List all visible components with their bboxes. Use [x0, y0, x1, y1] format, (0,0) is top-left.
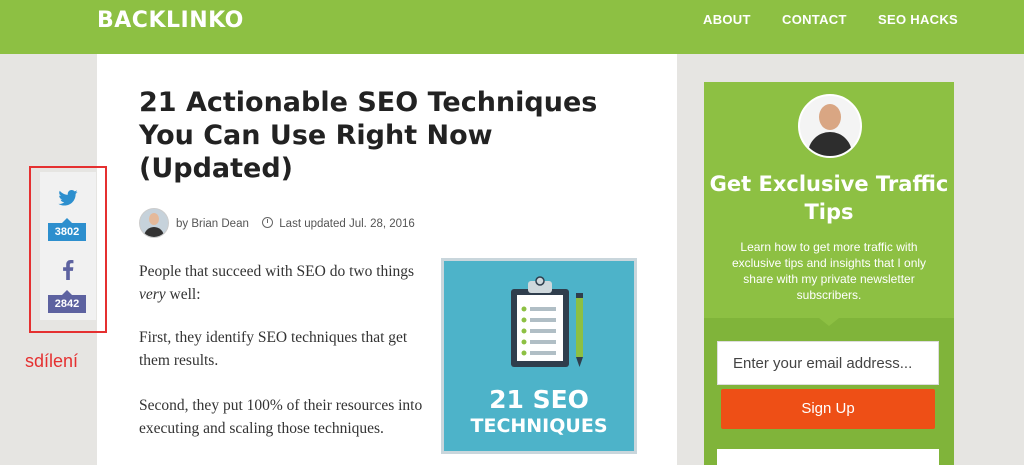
hero-line-1: 21 SEO	[489, 385, 589, 414]
paragraph-2: First, they identify SEO techniques that…	[139, 329, 408, 369]
form-next-field[interactable]	[717, 449, 939, 465]
article-card: 21 Actionable SEO Techniques You Can Use…	[97, 54, 677, 465]
nav-about[interactable]: ABOUT	[703, 12, 751, 27]
annotation-label: sdílení	[25, 351, 79, 371]
author-avatar	[139, 208, 169, 238]
nav-contact[interactable]: CONTACT	[782, 12, 847, 27]
sign-up-button[interactable]: Sign Up	[721, 389, 935, 429]
author-name: by Brian Dean	[176, 218, 249, 230]
site-logo[interactable]: BACKLINKO	[97, 8, 244, 33]
paragraph-3: Second, they put 100% of their resources…	[139, 397, 423, 437]
sidebar-description: Learn how to get more traffic with exclu…	[731, 240, 927, 302]
top-navbar: BACKLINKO ABOUT CONTACT SEO HACKS	[0, 0, 1024, 54]
annotation-highlight-box	[29, 166, 107, 333]
clock-icon	[262, 217, 274, 228]
emphasis-text: very	[139, 286, 166, 303]
last-updated: Last updated Jul. 28, 2016	[279, 218, 415, 230]
hero-image: 21 SEO TECHNIQUES	[441, 258, 637, 454]
article-title: 21 Actionable SEO Techniques You Can Use…	[139, 87, 598, 184]
signup-form: Sign Up	[704, 318, 954, 465]
paragraph-1-end: well:	[165, 286, 201, 303]
sidebar-title: Get Exclusive Traffic Tips	[709, 172, 949, 224]
email-input[interactable]	[717, 341, 939, 385]
article-meta: by Brian Dean Last updated Jul. 28, 2016	[176, 216, 415, 230]
hero-line-2: TECHNIQUES	[470, 415, 608, 437]
nav-seo-hacks[interactable]: SEO HACKS	[878, 12, 958, 27]
checklist-clipboard-icon	[511, 276, 583, 367]
newsletter-sidebar: Get Exclusive Traffic Tips Learn how to …	[704, 82, 954, 465]
paragraph-1-text: People that succeed with SEO do two thin…	[139, 263, 415, 280]
paragraph-1: People that succeed with SEO do two thin…	[139, 260, 424, 306]
author-photo	[798, 94, 862, 158]
